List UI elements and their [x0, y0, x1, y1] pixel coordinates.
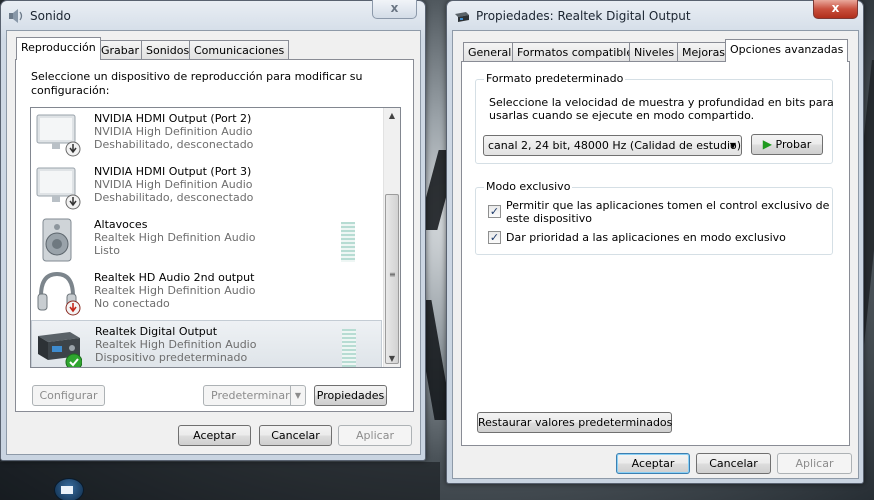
speaker-icon: [9, 9, 23, 23]
sound-close-button[interactable]: x: [372, 0, 417, 19]
tab-general[interactable]: General: [463, 42, 517, 62]
default-format-title: Formato predeterminado: [484, 72, 626, 85]
tab-reproduccion[interactable]: Reproducción: [16, 37, 101, 60]
reproduccion-panel: Seleccione un dispositivo de reproducció…: [15, 59, 414, 412]
instruction-text: Seleccione un dispositivo de reproducció…: [31, 70, 363, 97]
exclusive-priority-checkbox[interactable]: ✓: [488, 231, 501, 244]
default-format-description-line2: usarlas cuando se ejecute en modo compar…: [489, 109, 755, 122]
sound-window: Sonido x Reproducción Grabar Sonidos Com…: [0, 0, 426, 461]
device-name: Realtek HD Audio 2nd output: [94, 271, 255, 284]
configure-button[interactable]: Configurar: [32, 385, 105, 406]
scroll-down-arrow-icon[interactable]: ▼: [384, 351, 400, 367]
device-status: No conectado: [94, 297, 170, 310]
ok-button[interactable]: Aceptar: [178, 425, 251, 446]
tab-comunicaciones[interactable]: Comunicaciones: [189, 40, 290, 60]
play-icon: ▶: [762, 137, 773, 151]
sample-format-dropdown[interactable]: canal 2, 24 bit, 48000 Hz (Calidad de es…: [483, 135, 742, 156]
ok-button[interactable]: Aceptar: [616, 453, 690, 474]
device-name: Altavoces: [94, 218, 148, 231]
list-item-device[interactable]: NVIDIA HDMI Output (Port 2) NVIDIA High …: [31, 108, 382, 161]
digital-receiver-icon: [38, 332, 82, 367]
allow-exclusive-control-label-line1[interactable]: Permitir que las aplicaciones tomen el c…: [506, 199, 829, 213]
allow-exclusive-control-checkbox[interactable]: ✓: [488, 205, 501, 218]
list-item-device-selected[interactable]: Realtek Digital Output Realtek High Defi…: [31, 320, 382, 367]
cancel-button[interactable]: Cancelar: [259, 425, 332, 446]
tab-opciones-avanzadas[interactable]: Opciones avanzadas: [725, 39, 849, 62]
list-item-device[interactable]: Altavoces Realtek High Definition Audio …: [31, 214, 382, 267]
properties-close-button[interactable]: x: [813, 0, 858, 19]
exclusive-mode-group: Modo exclusivo ✓ Permitir que las aplica…: [475, 180, 833, 255]
sound-client-area: Reproducción Grabar Sonidos Comunicacion…: [6, 30, 421, 455]
monitor-icon: [36, 114, 81, 157]
default-format-group: Formato predeterminado Seleccione la vel…: [475, 72, 834, 164]
device-driver: Realtek High Definition Audio: [94, 231, 256, 244]
device-status: Deshabilitado, desconectado: [94, 138, 254, 151]
opciones-avanzadas-panel: Formato predeterminado Seleccione la vel…: [461, 61, 850, 446]
properties-client-area: General Formatos compatibles Niveles Mej…: [452, 30, 859, 479]
exclusive-priority-label[interactable]: Dar prioridad a las aplicaciones en modo…: [506, 231, 786, 245]
device-status: Listo: [94, 244, 120, 257]
headphones-icon: [37, 271, 81, 316]
device-list-scrollbar[interactable]: ▲ ≡ ▼: [383, 108, 400, 367]
device-status: Deshabilitado, desconectado: [94, 191, 254, 204]
speaker-icon: [42, 218, 72, 262]
sound-titlebar[interactable]: Sonido x: [1, 0, 425, 31]
restore-defaults-button[interactable]: Restaurar valores predeterminados: [477, 412, 672, 433]
tab-mejoras[interactable]: Mejoras: [677, 42, 731, 62]
digital-receiver-icon: [455, 12, 469, 22]
allow-exclusive-control-label-line2[interactable]: este dispositivo: [506, 212, 592, 226]
scrollbar-thumb[interactable]: ≡: [385, 194, 399, 364]
apply-button[interactable]: Aplicar: [338, 425, 412, 446]
device-name: NVIDIA HDMI Output (Port 2): [94, 112, 252, 125]
close-icon: x: [390, 1, 399, 15]
desktop-shortcut-icon[interactable]: [54, 478, 84, 500]
properties-button[interactable]: Propiedades: [314, 385, 387, 406]
device-driver: Realtek High Definition Audio: [94, 284, 256, 297]
tab-formatos-compatibles[interactable]: Formatos compatibles: [512, 42, 644, 62]
tab-niveles[interactable]: Niveles: [629, 42, 680, 62]
cancel-button[interactable]: Cancelar: [696, 453, 771, 474]
device-driver: NVIDIA High Definition Audio: [94, 125, 253, 138]
chevron-down-icon[interactable]: ▼: [290, 386, 305, 405]
default-format-description-line1: Seleccione la velocidad de muestra y pro…: [489, 96, 834, 109]
device-driver: NVIDIA High Definition Audio: [94, 178, 253, 191]
test-button[interactable]: ▶ Probar: [751, 134, 823, 155]
exclusive-mode-title: Modo exclusivo: [484, 180, 573, 193]
apply-button[interactable]: Aplicar: [777, 453, 852, 474]
monitor-icon: [36, 167, 81, 210]
scroll-up-arrow-icon[interactable]: ▲: [384, 108, 400, 124]
set-default-button[interactable]: Predeterminar ▼: [203, 385, 306, 406]
tab-sonidos[interactable]: Sonidos: [141, 40, 195, 60]
chevron-down-icon: ▼: [729, 141, 736, 150]
device-name: NVIDIA HDMI Output (Port 3): [94, 165, 252, 178]
device-driver: Realtek High Definition Audio: [95, 338, 257, 351]
device-name: Realtek Digital Output: [95, 325, 218, 338]
properties-titlebar[interactable]: Propiedades: Realtek Digital Output x: [447, 0, 863, 31]
properties-window: Propiedades: Realtek Digital Output x Ge…: [446, 0, 864, 484]
grip-icon: ≡: [389, 270, 396, 279]
volume-level-meter: [342, 329, 356, 367]
device-status: Dispositivo predeterminado: [95, 351, 248, 364]
device-list[interactable]: NVIDIA HDMI Output (Port 2) NVIDIA High …: [30, 107, 401, 368]
close-icon: x: [831, 1, 840, 15]
volume-level-meter: [341, 222, 355, 262]
list-item-device[interactable]: Realtek HD Audio 2nd output Realtek High…: [31, 267, 382, 320]
properties-window-title: Propiedades: Realtek Digital Output: [476, 9, 691, 23]
sound-window-title: Sonido: [30, 9, 71, 23]
list-item-device[interactable]: NVIDIA HDMI Output (Port 3) NVIDIA High …: [31, 161, 382, 214]
tab-grabar[interactable]: Grabar: [96, 40, 145, 60]
